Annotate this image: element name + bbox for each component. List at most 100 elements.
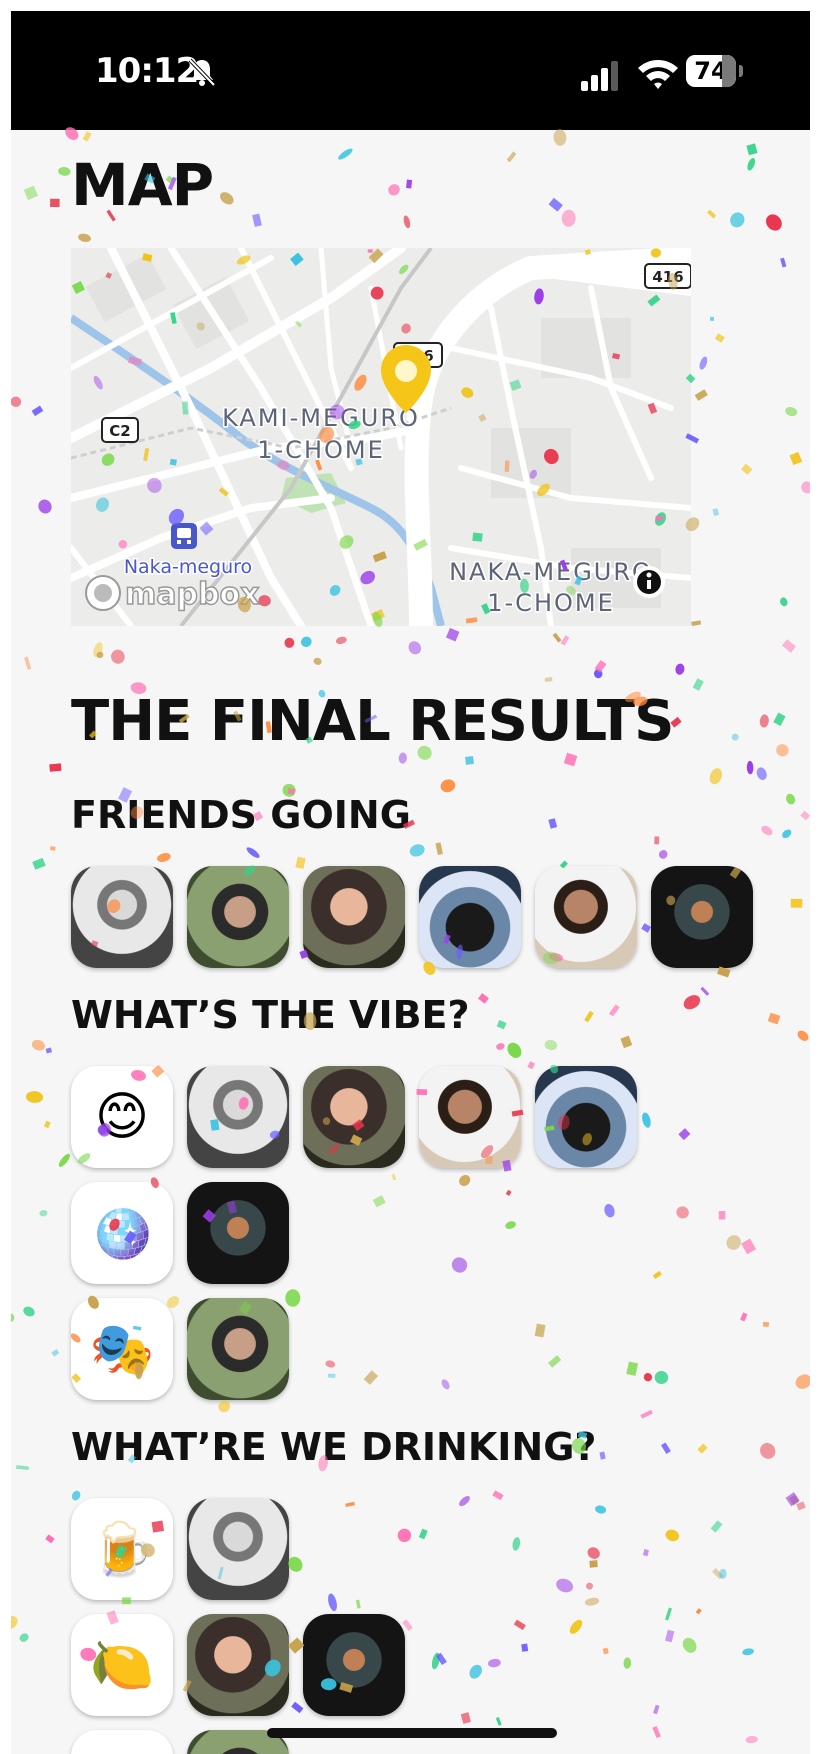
confetti-piece [586, 1582, 593, 1590]
confetti-piece [388, 184, 400, 196]
avatar[interactable] [187, 1182, 289, 1284]
confetti-piece [595, 1505, 607, 1514]
confetti-piece [49, 763, 62, 772]
confetti-piece [31, 405, 44, 417]
confetti-piece [767, 1012, 781, 1025]
bell-slash-icon [188, 58, 216, 87]
map-title: MAP [71, 151, 214, 219]
vibe-option-row: 😊 [71, 1066, 637, 1168]
confetti-piece [746, 760, 754, 775]
avatar[interactable] [303, 1614, 405, 1716]
home-indicator[interactable] [267, 1728, 557, 1738]
drink-emoji-lemon[interactable]: 🍋 [71, 1614, 173, 1716]
confetti-piece [599, 1451, 606, 1460]
confetti-piece [741, 1238, 757, 1255]
confetti-piece [19, 1633, 29, 1642]
confetti-piece [785, 1492, 800, 1507]
confetti-piece [678, 1128, 691, 1141]
avatar[interactable] [303, 1066, 405, 1168]
confetti-piece [409, 844, 425, 857]
confetti-piece [714, 333, 725, 343]
confetti-piece [773, 712, 786, 726]
vibe-title: WHAT’S THE VIBE? [71, 993, 470, 1037]
avatar[interactable] [419, 1066, 521, 1168]
confetti-piece [38, 499, 52, 514]
confetti-piece [465, 756, 474, 765]
avatar[interactable] [187, 866, 289, 968]
confetti-piece [676, 1206, 689, 1219]
confetti-piece [640, 1409, 653, 1419]
avatar[interactable] [71, 866, 173, 968]
confetti-piece [761, 825, 773, 836]
avatar[interactable] [535, 1066, 637, 1168]
confetti-piece [745, 1735, 758, 1744]
confetti-piece [797, 1030, 809, 1041]
drink-emoji-beer[interactable]: 🍺 [71, 1498, 173, 1600]
confetti-piece [584, 1597, 600, 1606]
confetti-piece [654, 836, 660, 845]
avatar[interactable] [187, 1498, 289, 1600]
confetti-piece [218, 1400, 230, 1413]
confetti-piece [220, 192, 234, 205]
confetti-piece [50, 198, 60, 208]
confetti-piece [418, 1528, 428, 1540]
confetti-piece [683, 995, 701, 1010]
confetti-piece [51, 1348, 60, 1357]
confetti-piece [560, 635, 570, 646]
confetti-piece [391, 1173, 397, 1181]
vibe-emoji-theatre-masks[interactable]: 🎭 [71, 1298, 173, 1400]
confetti-piece [661, 1442, 671, 1454]
map-view[interactable]: 416 416 C2 KAMI-MEGURO 1-CHOME NAKA-MEGU… [71, 248, 691, 626]
confetti-piece [435, 842, 443, 856]
avatar[interactable] [303, 866, 405, 968]
svg-text:416: 416 [652, 268, 683, 286]
confetti-piece [697, 1443, 708, 1454]
avatar[interactable] [187, 1614, 289, 1716]
final-results-title: THE FINAL RESULTS [71, 689, 674, 754]
confetti-piece [584, 1010, 594, 1023]
confetti-piece [460, 1712, 471, 1724]
confetti-piece [78, 233, 91, 242]
vibe-option-row: 🪩 [71, 1182, 289, 1284]
drink-option-row: 🍋 [71, 1614, 405, 1716]
confetti-piece [300, 636, 312, 647]
confetti-piece [11, 1615, 18, 1630]
drink-emoji-partial[interactable] [71, 1730, 173, 1754]
confetti-piece [328, 1593, 337, 1612]
confetti-piece [506, 151, 517, 163]
confetti-piece [709, 768, 723, 785]
avatar[interactable] [187, 1066, 289, 1168]
avatar[interactable] [187, 1298, 289, 1400]
mapbox-logo: mapbox [85, 575, 260, 613]
confetti-piece [544, 1039, 558, 1051]
confetti-piece [45, 1047, 53, 1054]
confetti-piece [43, 1120, 51, 1129]
confetti-piece [39, 1210, 48, 1217]
confetti-piece [11, 396, 22, 408]
avatar[interactable] [419, 866, 521, 968]
confetti-piece [780, 597, 788, 607]
confetti-piece [496, 1043, 505, 1050]
vibe-emoji-disco-ball[interactable]: 🪩 [71, 1182, 173, 1284]
confetti-piece [372, 1195, 386, 1208]
area-label-kami-meguro: KAMI-MEGURO [222, 404, 420, 432]
confetti-piece [345, 1501, 355, 1508]
status-bar: 10:12 74 [11, 11, 810, 130]
confetti-piece [355, 1599, 361, 1609]
confetti-piece [587, 1547, 600, 1559]
confetti-piece [49, 846, 56, 851]
confetti-piece [553, 129, 567, 146]
avatar[interactable] [535, 866, 637, 968]
vibe-emoji-smile[interactable]: 😊 [71, 1066, 173, 1168]
confetti-piece [96, 651, 104, 659]
map-info-button[interactable] [633, 566, 665, 598]
avatar[interactable] [651, 866, 753, 968]
confetti-piece [643, 1373, 653, 1382]
confetti-piece [512, 1537, 521, 1551]
confetti-piece [730, 212, 745, 228]
confetti-piece [406, 179, 413, 189]
confetti-piece [790, 898, 803, 908]
confetti-piece [740, 463, 753, 475]
station-icon [171, 523, 197, 549]
svg-text:mapbox: mapbox [125, 577, 259, 612]
